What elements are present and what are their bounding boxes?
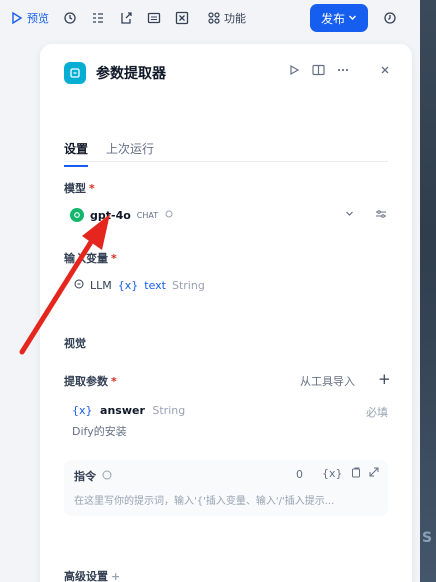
history-icon	[383, 11, 397, 25]
tab-settings[interactable]: 设置	[64, 140, 89, 167]
features-icon	[207, 11, 221, 25]
model-tag: CHAT	[136, 210, 159, 220]
advanced-settings-label[interactable]: 高级设置 +	[64, 568, 120, 582]
canvas-glyph: S	[422, 530, 433, 546]
features-label: 功能	[224, 12, 246, 25]
panel-tabs: 设置 上次运行	[64, 140, 154, 167]
canvas-background-strip: S	[420, 0, 436, 582]
input-var-source: LLM	[90, 279, 112, 292]
extract-label: 提取参数 *	[64, 375, 117, 388]
input-variable[interactable]: LLM {x} text String	[74, 279, 205, 292]
variable-icon: {x}	[72, 404, 93, 417]
extract-label-text: 提取参数	[64, 375, 108, 388]
export-icon	[119, 11, 133, 25]
checklist-icon	[63, 11, 77, 25]
required-mark: *	[89, 182, 95, 195]
required-mark: +	[111, 570, 121, 582]
play-icon	[10, 11, 24, 25]
model-settings-icon[interactable]	[375, 208, 387, 223]
panel-title: 参数提取器	[96, 66, 166, 82]
chevron-down-icon	[348, 11, 357, 25]
model-name: gpt-4o	[90, 208, 131, 222]
env-icon	[147, 11, 161, 25]
param-type: String	[152, 404, 186, 417]
copy-icon[interactable]	[351, 467, 361, 481]
publish-label: 发布	[320, 11, 345, 26]
history-button[interactable]	[383, 10, 397, 29]
input-var-name: text	[144, 279, 166, 292]
parameter-extractor-icon	[64, 62, 86, 84]
features-button[interactable]: 功能	[207, 10, 246, 26]
book-icon[interactable]	[312, 64, 325, 79]
tabs-divider	[64, 161, 388, 162]
close-icon[interactable]	[380, 64, 390, 79]
preview-label: 预览	[27, 12, 49, 25]
run-node-icon[interactable]	[288, 64, 300, 79]
model-selector[interactable]: gpt-4o CHAT	[70, 208, 390, 222]
openai-icon	[70, 208, 84, 222]
variable-icon: {x}	[117, 279, 139, 292]
close-box-icon	[175, 11, 189, 25]
expand-icon[interactable]	[369, 467, 379, 481]
instruction-tools: {x}	[322, 467, 379, 481]
chevron-down-icon[interactable]	[345, 208, 354, 221]
param-required: 必填	[366, 406, 388, 419]
model-param-icon	[164, 209, 174, 222]
instruction-label: 指令	[74, 470, 96, 483]
panel-header: 参数提取器	[64, 62, 166, 84]
extract-params-header: 提取参数 * 从工具导入 +	[64, 370, 391, 389]
input-label: 输入变量	[64, 252, 108, 265]
param-description: Dify的安装	[72, 425, 127, 438]
preview-button[interactable]: 预览	[10, 10, 49, 26]
instruction-char-count: 0	[296, 468, 303, 481]
param-name: answer	[100, 404, 145, 417]
model-section-label: 模型 *	[64, 180, 95, 196]
instruction-placeholder: 在这里写你的提示词，输入'{'插入变量、输入'/'插入提示...	[74, 496, 335, 507]
advanced-label: 高级设置	[64, 570, 108, 582]
vision-label: 视觉	[64, 337, 86, 350]
checklist-button[interactable]	[63, 11, 77, 25]
param-item[interactable]: {x} answer String 必填 Dify的安装	[72, 404, 388, 439]
tab-last-run[interactable]: 上次运行	[106, 140, 154, 167]
import-from-tool-link[interactable]: 从工具导入	[300, 373, 355, 389]
required-mark: *	[111, 252, 117, 265]
help-icon[interactable]	[102, 470, 112, 483]
more-icon[interactable]	[337, 64, 349, 79]
instruction-editor[interactable]: 指令 0 {x} 在这里写你的提示词，输入'{'插入变量、输入'/'插入提示..…	[64, 460, 388, 516]
variables-button[interactable]	[91, 11, 105, 25]
model-label: 模型	[64, 182, 86, 195]
export-button[interactable]	[119, 11, 133, 25]
vision-section-label: 视觉	[64, 335, 86, 351]
excel-button[interactable]	[175, 11, 189, 25]
input-section-label: 输入变量 *	[64, 250, 117, 266]
publish-button[interactable]: 发布	[310, 4, 368, 32]
list-icon	[91, 11, 105, 25]
env-button[interactable]	[147, 11, 161, 25]
panel-header-actions	[288, 64, 349, 79]
llm-node-icon	[74, 279, 84, 292]
parameter-extractor-panel: 参数提取器 设置 上次运行 模型 * gpt-4o CHAT 输入变量 * LL…	[40, 44, 412, 582]
input-var-type: String	[171, 279, 205, 292]
add-icon[interactable]: +	[378, 370, 391, 388]
insert-variable-icon[interactable]: {x}	[322, 467, 343, 481]
required-mark: *	[111, 375, 117, 388]
